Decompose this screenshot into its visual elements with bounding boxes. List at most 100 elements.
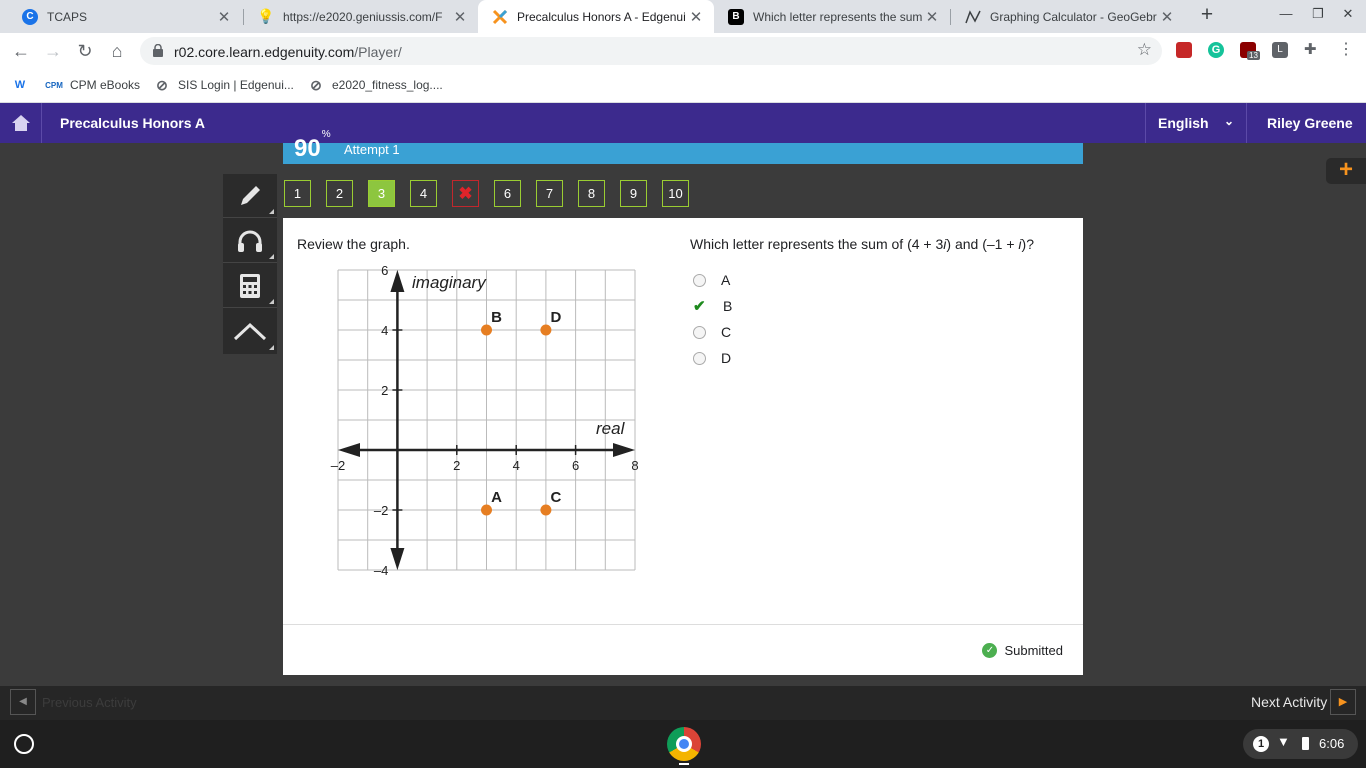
url-path: /Player/ [354,44,402,60]
restore-icon[interactable]: ❐ [1307,6,1329,26]
answer-option-b[interactable]: ✔ B [693,298,732,314]
minimize-icon[interactable]: — [1275,6,1297,26]
user-name[interactable]: Riley Greene [1267,115,1353,131]
arch-icon [233,322,267,341]
bookmark-sis[interactable]: ⊘ SIS Login | Edgenui... [154,77,294,93]
home-button[interactable] [0,103,42,143]
w-icon: W [14,79,26,91]
answer-option-d[interactable]: D [693,350,731,366]
geogebra-icon [965,9,981,25]
close-tab-icon[interactable]: ✕ [214,8,234,26]
radio-button[interactable] [693,273,706,287]
browser-tab-edgenuity[interactable]: Precalculus Honors A - Edgenuity ✕ [478,0,714,33]
x-axis-arrow-left [338,443,360,457]
bookmark-fitness[interactable]: ⊘ e2020_fitness_log.... [308,77,443,93]
question-button-7[interactable]: 7 [536,180,563,207]
radio-button[interactable] [693,351,706,365]
close-window-icon[interactable]: ✕ [1337,6,1359,26]
incorrect-x-icon: ✖ [458,184,473,203]
y-axis-label: imaginary [412,273,487,292]
calculator-tool-button[interactable] [223,264,277,308]
system-tray[interactable]: 1 ▼ 6:06 [1243,729,1358,759]
add-button[interactable]: + [1326,158,1366,184]
headphones-tool-button[interactable] [223,219,277,263]
question-button-2[interactable]: 2 [326,180,353,207]
data-points: B D A C [481,309,561,516]
question-button-10[interactable]: 10 [662,180,689,207]
question-button-5-incorrect[interactable]: ✖ [452,180,479,207]
bookmark-cpm[interactable]: CPM CPM eBooks [45,77,140,93]
attempt-label: Attempt 1 [344,142,400,157]
close-tab-icon[interactable]: ✕ [1157,8,1177,26]
y-tick-label: 4 [381,323,388,338]
x-tick-label: –2 [331,458,345,473]
shield-extension-icon[interactable]: 13 [1240,42,1260,60]
book-extension-icon[interactable] [1176,42,1192,58]
arch-tool-button[interactable] [223,309,277,353]
x-tick-label: 8 [631,458,638,473]
option-label: A [721,272,731,288]
question-button-8[interactable]: 8 [578,180,605,207]
score-number: 90 [294,135,321,162]
chrome-app-icon[interactable] [667,727,701,761]
pencil-tool-button[interactable] [223,174,277,218]
answer-option-a[interactable]: A [693,272,730,288]
clock: 6:06 [1319,736,1345,751]
question-button-1[interactable]: 1 [284,180,311,207]
os-shelf: 1 ▼ 6:06 [0,720,1366,768]
globe-icon: ⊘ [156,76,168,93]
question-button-3[interactable]: 3 [368,180,395,207]
close-tab-icon[interactable]: ✕ [686,8,706,26]
y-axis-arrow-up [390,270,405,292]
question-text: Which letter represents the sum of (4 + … [690,236,1034,252]
next-activity-label[interactable]: Next Activity [1251,694,1327,710]
browser-toolbar: ← → ↻ ⌂ r02.core.learn.edgenuity.com/Pla… [0,33,1366,69]
browser-tab-geogebra[interactable]: Graphing Calculator - GeoGebra ✕ [951,0,1185,33]
menu-dots-icon[interactable]: ⋮ [1338,42,1354,58]
headphones-icon [238,230,262,252]
radio-button[interactable] [693,325,706,339]
l-extension-icon[interactable]: L [1272,42,1288,58]
browser-tab-geniussis[interactable]: 💡 https://e2020.geniussis.com/F ✕ [244,0,478,33]
bookmark-star-icon[interactable]: ☆ [1137,40,1152,60]
answer-option-c[interactable]: C [693,324,731,340]
y-tick-label: –2 [374,503,388,518]
point-c [540,504,552,516]
option-label: B [723,298,733,314]
pencil-icon [241,185,260,205]
home-icon[interactable]: ⌂ [107,41,127,61]
new-tab-button[interactable]: + [1196,4,1218,27]
point-label-c: C [550,489,561,506]
next-activity-button[interactable]: ▶ [1330,689,1356,715]
previous-activity-label[interactable]: Previous Activity [42,695,137,710]
browser-tab-tcaps[interactable]: C TCAPS ✕ [8,0,242,33]
bookmark-w[interactable]: W [12,77,36,93]
y-tick-label: –4 [374,563,388,578]
x-tick-label: 4 [513,458,520,473]
reload-icon[interactable]: ↻ [75,41,95,61]
address-bar[interactable]: r02.core.learn.edgenuity.com/Player/ ☆ [140,37,1162,65]
x-axis-arrow-right [613,443,635,457]
bookmarks-bar: W CPM CPM eBooks ⊘ SIS Login | Edgenui... … [0,69,1366,103]
point-b [481,324,492,336]
close-tab-icon[interactable]: ✕ [922,8,942,26]
tab-title: https://e2020.geniussis.com/F [283,9,443,24]
close-tab-icon[interactable]: ✕ [450,8,470,26]
launcher-icon[interactable] [14,734,34,754]
question-button-9[interactable]: 9 [620,180,647,207]
cpm-icon: CPM [45,80,63,90]
back-icon[interactable]: ← [11,41,31,61]
x-axis-label: real [596,419,626,438]
forward-icon[interactable]: → [43,41,63,61]
previous-activity-button[interactable]: ◀ [10,689,36,715]
tcaps-icon: C [22,8,38,25]
puzzle-icon[interactable]: ✚ [1304,42,1320,58]
course-title: Precalculus Honors A [60,115,205,131]
question-button-4[interactable]: 4 [410,180,437,207]
question-button-6[interactable]: 6 [494,180,521,207]
grammarly-icon[interactable]: G [1208,42,1224,58]
language-select[interactable]: English ⌄ [1145,103,1247,143]
x-tick-label: 6 [572,458,579,473]
wifi-icon: ▼ [1277,734,1290,749]
browser-tab-brainly[interactable]: B Which letter represents the sum ✕ [714,0,950,33]
